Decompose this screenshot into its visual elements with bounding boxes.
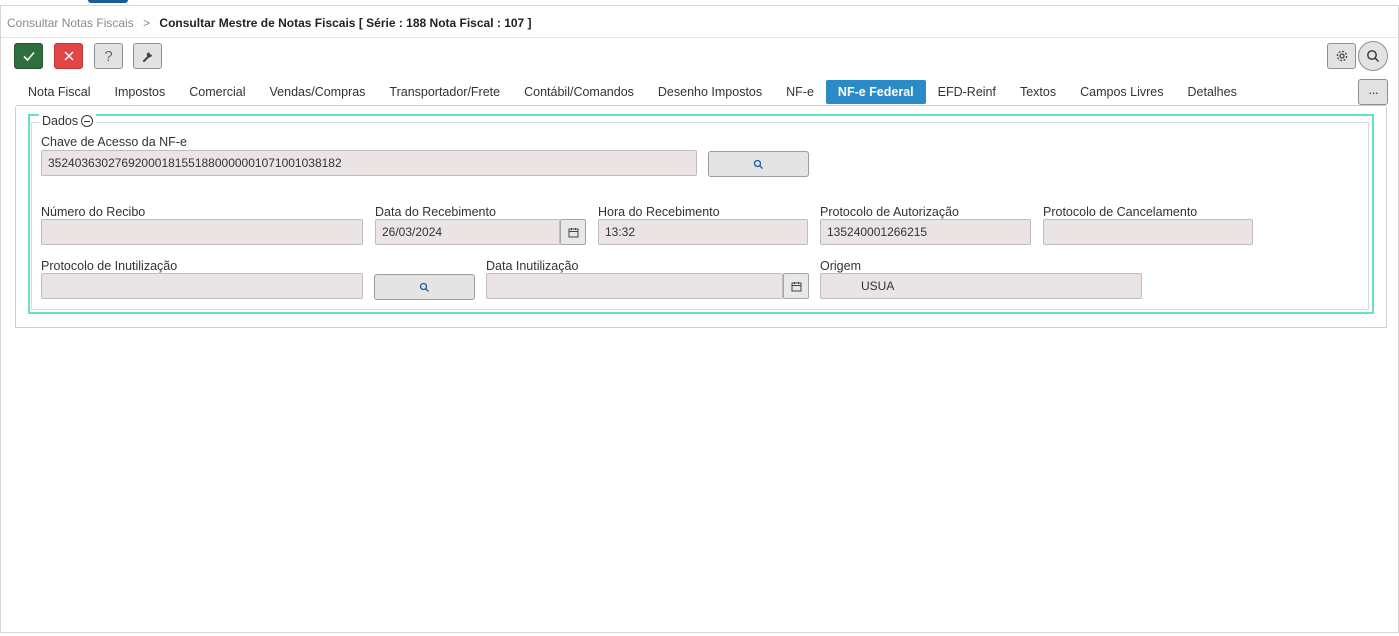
tab-desenho-impostos[interactable]: Desenho Impostos <box>646 80 774 104</box>
chave-acesso-field[interactable]: 3524036302769200018155188000000107100103… <box>41 150 697 176</box>
more-tabs-button[interactable]: ··· <box>1358 79 1388 105</box>
tab-contabil-comandos[interactable]: Contábil/Comandos <box>512 80 646 104</box>
inutilizacao-lookup-button[interactable] <box>374 274 475 300</box>
chave-label: Chave de Acesso da NF-e <box>41 135 187 149</box>
tab-nota-fiscal[interactable]: Nota Fiscal <box>16 80 103 104</box>
tab-transportador-frete[interactable]: Transportador/Frete <box>377 80 512 104</box>
tab-comercial[interactable]: Comercial <box>177 80 257 104</box>
tab-vendas-compras[interactable]: Vendas/Compras <box>258 80 378 104</box>
protocolo-inutilizacao-label: Protocolo de Inutilização <box>41 259 178 273</box>
breadcrumb: Consultar Notas Fiscais > Consultar Mest… <box>7 16 532 30</box>
section-legend[interactable]: Dados <box>39 114 97 128</box>
more-icon: ··· <box>1368 84 1379 100</box>
check-icon <box>22 51 35 62</box>
data-inutilizacao-label: Data Inutilização <box>486 259 579 273</box>
tab-nfe[interactable]: NF-e <box>774 80 826 104</box>
help-button[interactable]: ? <box>94 43 123 69</box>
breadcrumb-separator: > <box>143 16 151 30</box>
data-recebimento-calendar-button[interactable] <box>560 219 586 245</box>
lookup-icon <box>753 159 763 169</box>
collapse-icon[interactable] <box>81 115 94 127</box>
data-inutilizacao-field[interactable] <box>486 273 783 299</box>
data-recebimento-field[interactable]: 26/03/2024 <box>375 219 560 245</box>
tab-detalhes[interactable]: Detalhes <box>1176 80 1249 104</box>
data-recebimento-label: Data do Recebimento <box>375 205 496 219</box>
tools-button[interactable] <box>133 43 162 69</box>
close-icon <box>63 51 74 61</box>
protocolo-autorizacao-label: Protocolo de Autorização <box>820 205 959 219</box>
tab-textos[interactable]: Textos <box>1008 80 1068 104</box>
search-button[interactable] <box>1358 41 1388 71</box>
help-icon: ? <box>104 47 113 65</box>
search-icon <box>1367 50 1379 62</box>
confirm-button[interactable] <box>14 43 43 69</box>
brand-accent <box>88 0 128 3</box>
tab-bar: Nota Fiscal Impostos Comercial Vendas/Co… <box>16 80 1249 104</box>
data-inutilizacao-calendar-button[interactable] <box>783 273 809 299</box>
breadcrumb-parent[interactable]: Consultar Notas Fiscais <box>7 16 134 30</box>
chave-lookup-button[interactable] <box>708 151 809 177</box>
tab-nfe-federal[interactable]: NF-e Federal <box>825 80 926 104</box>
hora-recebimento-field[interactable]: 13:32 <box>598 219 808 245</box>
calendar-icon <box>791 281 801 291</box>
settings-button[interactable] <box>1327 43 1356 69</box>
protocolo-autorizacao-field[interactable]: 135240001266215 <box>820 219 1031 245</box>
numero-recibo-label: Número do Recibo <box>41 205 146 219</box>
wrench-icon <box>142 52 152 62</box>
breadcrumb-current: Consultar Mestre de Notas Fiscais [ Séri… <box>159 16 532 30</box>
tabs-divider <box>16 105 1386 106</box>
header-divider <box>1 37 1398 38</box>
protocolo-cancelamento-label: Protocolo de Cancelamento <box>1043 205 1198 219</box>
origem-label: Origem <box>820 259 861 273</box>
hora-recebimento-label: Hora do Recebimento <box>598 205 720 219</box>
tab-campos-livres[interactable]: Campos Livres <box>1068 80 1175 104</box>
tab-impostos[interactable]: Impostos <box>103 80 178 104</box>
lookup-icon <box>419 282 429 292</box>
origem-field[interactable]: USUA <box>820 273 1142 299</box>
calendar-icon <box>568 227 578 237</box>
protocolo-cancelamento-field[interactable] <box>1043 219 1253 245</box>
protocolo-inutilizacao-field[interactable] <box>41 273 363 299</box>
cancel-button[interactable] <box>54 43 83 69</box>
section-title: Dados <box>42 114 79 128</box>
gear-icon <box>1336 50 1347 62</box>
tab-efd-reinf[interactable]: EFD-Reinf <box>926 80 1008 104</box>
numero-recibo-field[interactable] <box>41 219 363 245</box>
